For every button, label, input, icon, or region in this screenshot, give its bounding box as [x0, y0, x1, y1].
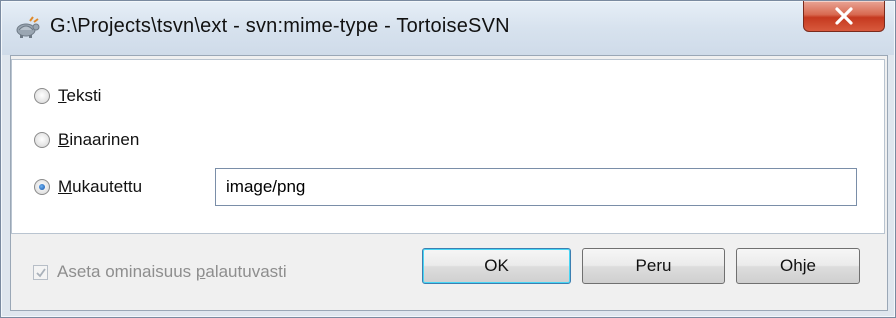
radio-button-custom[interactable] [34, 179, 50, 195]
radio-option-binary[interactable]: Binaarinen [34, 126, 139, 154]
tortoisesvn-icon[interactable] [14, 16, 42, 40]
cancel-button[interactable]: Peru [582, 248, 725, 284]
radio-option-text[interactable]: Teksti [34, 82, 101, 110]
mime-type-options-panel: Teksti Binaarinen Mukautettu [11, 59, 885, 234]
ok-button[interactable]: OK [422, 248, 571, 284]
help-button[interactable]: Ohje [736, 248, 860, 284]
dialog-client-area: Teksti Binaarinen Mukautettu Aseta omina… [10, 55, 888, 311]
radio-label-custom: Mukautettu [58, 177, 143, 196]
recursive-checkbox [33, 264, 48, 280]
close-button[interactable] [803, 1, 885, 32]
radio-button-binary[interactable] [34, 132, 50, 148]
recursive-label: Aseta ominaisuus palautuvasti [57, 262, 287, 281]
checkmark-icon [36, 267, 46, 277]
radio-button-text[interactable] [34, 88, 50, 104]
radio-option-custom[interactable]: Mukautettu [34, 173, 142, 201]
radio-label-text: Teksti [58, 86, 102, 105]
recursive-option: Aseta ominaisuus palautuvasti [33, 260, 287, 284]
close-icon [835, 7, 853, 25]
title-bar[interactable]: G:\Projects\tsvn\ext - svn:mime-type - T… [2, 2, 894, 55]
radio-label-binary: Binaarinen [58, 130, 140, 149]
dialog-window: G:\Projects\tsvn\ext - svn:mime-type - T… [0, 0, 896, 318]
custom-mime-type-input[interactable] [215, 168, 857, 206]
window-title: G:\Projects\tsvn\ext - svn:mime-type - T… [50, 15, 510, 37]
